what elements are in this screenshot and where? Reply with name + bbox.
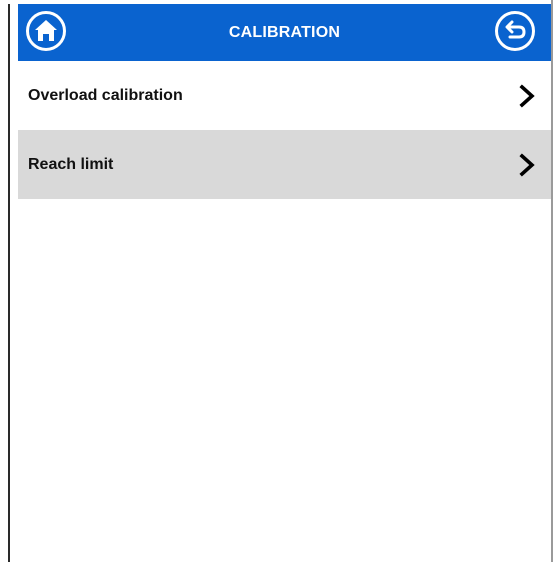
bezel-left-edge xyxy=(8,4,10,562)
calibration-screen: CALIBRATION Overload calibration Reach l… xyxy=(18,4,551,562)
chevron-right-icon xyxy=(519,153,535,177)
back-return-icon xyxy=(505,20,526,39)
chevron-right-icon xyxy=(519,84,535,108)
device-frame: CALIBRATION Overload calibration Reach l… xyxy=(0,0,553,562)
menu-list: Overload calibration Reach limit xyxy=(18,61,551,199)
back-button[interactable] xyxy=(495,11,535,51)
header-bar: CALIBRATION xyxy=(18,4,551,61)
menu-item-reach-limit[interactable]: Reach limit xyxy=(18,130,551,199)
page-title: CALIBRATION xyxy=(228,24,341,41)
home-button[interactable] xyxy=(26,11,66,51)
menu-item-overload-calibration[interactable]: Overload calibration xyxy=(18,61,551,130)
home-icon xyxy=(35,20,57,41)
menu-item-label: Reach limit xyxy=(28,156,114,173)
menu-item-label: Overload calibration xyxy=(28,87,183,104)
